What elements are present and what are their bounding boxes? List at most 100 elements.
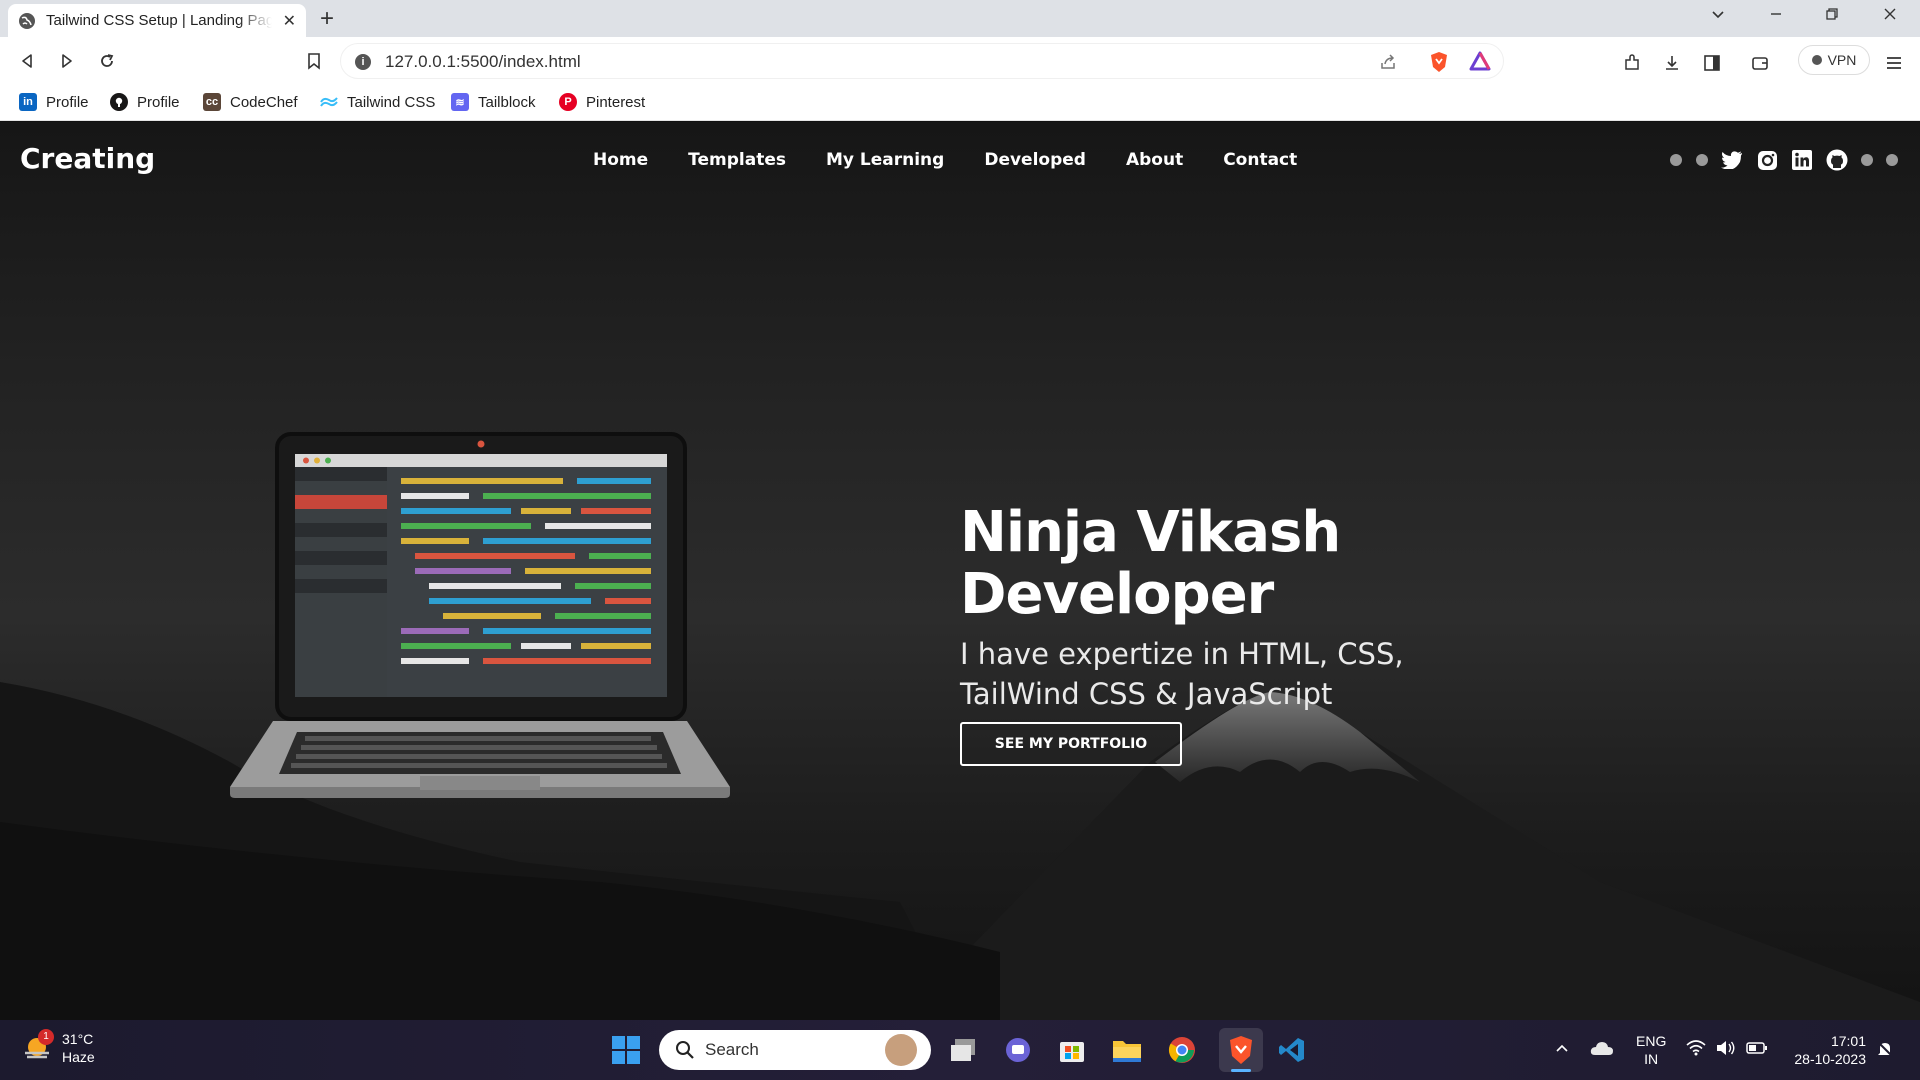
bookmark-tailwind-css[interactable]: Tailwind CSS bbox=[320, 90, 435, 114]
volume-icon[interactable] bbox=[1716, 1040, 1736, 1060]
github-icon[interactable] bbox=[1826, 149, 1848, 171]
bookmark-label: Profile bbox=[46, 93, 89, 111]
tailwind-icon bbox=[320, 93, 338, 111]
nav-about[interactable]: About bbox=[1126, 150, 1183, 170]
file-explorer-button[interactable] bbox=[1109, 1032, 1145, 1068]
tab-strip: Tailwind CSS Setup | Landing Page ✕ + bbox=[0, 0, 1920, 37]
github-icon bbox=[110, 93, 128, 111]
onedrive-icon[interactable] bbox=[1590, 1040, 1614, 1060]
instagram-icon[interactable] bbox=[1756, 149, 1778, 171]
address-url: 127.0.0.1:5500/index.html bbox=[385, 52, 581, 71]
hero-title-line2: Developer bbox=[960, 562, 1274, 627]
brave-icon bbox=[1230, 1036, 1252, 1064]
linkedin-icon[interactable] bbox=[1791, 149, 1813, 171]
forward-button[interactable] bbox=[53, 47, 81, 75]
clock-time: 17:01 bbox=[1830, 1033, 1866, 1049]
brave-button[interactable] bbox=[1219, 1028, 1263, 1072]
decorative-dot-icon bbox=[1670, 154, 1682, 166]
taskbar-search[interactable]: Search bbox=[659, 1030, 931, 1070]
minimize-button[interactable] bbox=[1768, 6, 1784, 27]
nav-developed[interactable]: Developed bbox=[984, 150, 1086, 170]
task-view-icon bbox=[951, 1039, 975, 1061]
weather-temp: 31°C bbox=[62, 1031, 94, 1047]
folder-icon bbox=[1113, 1041, 1141, 1062]
chrome-button[interactable] bbox=[1164, 1032, 1200, 1068]
decorative-dot-icon bbox=[1886, 154, 1898, 166]
search-icon bbox=[676, 1041, 694, 1059]
hero-subtitle-line1: I have expertize in HTML, CSS, bbox=[960, 637, 1404, 671]
back-icon bbox=[22, 54, 32, 68]
new-tab-button[interactable]: + bbox=[320, 5, 334, 33]
bookmark-icon bbox=[308, 53, 320, 70]
laptop-illustration bbox=[230, 432, 730, 798]
hero-subtitle-line2: TailWind CSS & JavaScript bbox=[960, 677, 1333, 711]
address-bar[interactable]: i 127.0.0.1:5500/index.html bbox=[340, 43, 1504, 79]
bookmark-tailblock[interactable]: ≋ Tailblock bbox=[451, 90, 536, 114]
bookmark-label: Pinterest bbox=[586, 93, 646, 111]
teams-chat-button[interactable] bbox=[1000, 1032, 1036, 1068]
windows-taskbar: 1 31°C Haze Search ENG IN 17:01 28-10-20… bbox=[0, 1020, 1920, 1080]
pinterest-icon: P bbox=[559, 93, 577, 111]
reload-icon bbox=[101, 54, 114, 67]
reload-button[interactable] bbox=[93, 47, 121, 75]
language-indicator[interactable]: ENG IN bbox=[1636, 1032, 1666, 1068]
main-navigation: Home Templates My Learning Developed Abo… bbox=[593, 150, 1297, 170]
close-window-button[interactable] bbox=[1882, 6, 1898, 27]
weather-widget[interactable]: 1 31°C Haze bbox=[22, 1029, 95, 1066]
bookmark-codechef[interactable]: cc CodeChef bbox=[203, 90, 298, 114]
sidebar-icon[interactable] bbox=[1702, 53, 1722, 73]
extensions-icon[interactable] bbox=[1622, 53, 1642, 73]
restore-button[interactable] bbox=[1824, 6, 1840, 27]
windows-logo-icon bbox=[612, 1036, 640, 1064]
menu-icon[interactable] bbox=[1884, 53, 1904, 73]
site-brand-logo[interactable]: Creating bbox=[20, 142, 155, 175]
codechef-icon: cc bbox=[203, 93, 221, 111]
close-tab-icon[interactable]: ✕ bbox=[283, 11, 296, 30]
bookmark-linkedin-profile[interactable]: in Profile bbox=[19, 90, 89, 114]
bookmark-github-profile[interactable]: Profile bbox=[110, 90, 180, 114]
browser-tab-active[interactable]: Tailwind CSS Setup | Landing Page ✕ bbox=[8, 4, 306, 37]
site-info-icon[interactable]: i bbox=[355, 54, 371, 70]
microsoft-store-button[interactable] bbox=[1054, 1032, 1090, 1068]
clock-date: 28-10-2023 bbox=[1794, 1051, 1866, 1067]
vpn-button[interactable]: VPN bbox=[1798, 45, 1870, 75]
brave-rewards-icon[interactable] bbox=[1469, 51, 1491, 71]
bookmark-label: Tailwind CSS bbox=[347, 93, 436, 111]
bookmark-label: Tailblock bbox=[478, 93, 536, 111]
nav-templates[interactable]: Templates bbox=[688, 150, 786, 170]
show-hidden-icons-chevron-icon[interactable] bbox=[1554, 1040, 1570, 1060]
tab-title: Tailwind CSS Setup | Landing Page bbox=[46, 12, 272, 29]
brave-shields-icon[interactable] bbox=[1429, 51, 1449, 73]
nav-contact[interactable]: Contact bbox=[1223, 150, 1297, 170]
download-icon[interactable] bbox=[1662, 53, 1682, 73]
decorative-dot-icon bbox=[1861, 154, 1873, 166]
weather-badge: 1 bbox=[38, 1029, 54, 1045]
globe-icon bbox=[19, 12, 35, 29]
forward-icon bbox=[62, 54, 72, 68]
nav-my-learning[interactable]: My Learning bbox=[826, 150, 944, 170]
see-portfolio-button[interactable]: SEE MY PORTFOLIO bbox=[960, 722, 1182, 766]
tab-search-chevron-icon[interactable] bbox=[1710, 6, 1726, 27]
clock[interactable]: 17:01 28-10-2023 bbox=[1786, 1032, 1866, 1068]
landing-page: Creating Home Templates My Learning Deve… bbox=[0, 122, 1920, 1020]
notifications-icon[interactable] bbox=[1876, 1040, 1894, 1062]
battery-icon[interactable] bbox=[1746, 1040, 1768, 1060]
vscode-icon bbox=[1279, 1038, 1304, 1062]
back-button[interactable] bbox=[13, 47, 41, 75]
weather-description: Haze bbox=[62, 1049, 95, 1065]
language-line2: IN bbox=[1644, 1051, 1659, 1067]
bookmark-page-button[interactable] bbox=[300, 47, 328, 75]
bookmark-pinterest[interactable]: P Pinterest bbox=[559, 90, 645, 114]
twitter-icon[interactable] bbox=[1721, 149, 1743, 171]
wallet-icon[interactable] bbox=[1750, 53, 1770, 73]
nav-home[interactable]: Home bbox=[593, 150, 648, 170]
start-button[interactable] bbox=[608, 1032, 644, 1068]
hero-subtitle: I have expertize in HTML, CSS, TailWind … bbox=[960, 634, 1660, 714]
share-icon[interactable] bbox=[1379, 53, 1397, 71]
vpn-status-icon bbox=[1811, 55, 1822, 65]
vscode-button[interactable] bbox=[1274, 1032, 1310, 1068]
active-app-indicator bbox=[1231, 1069, 1251, 1072]
decorative-dot-icon bbox=[1696, 154, 1708, 166]
task-view-button[interactable] bbox=[945, 1032, 981, 1068]
wifi-icon[interactable] bbox=[1686, 1040, 1706, 1060]
